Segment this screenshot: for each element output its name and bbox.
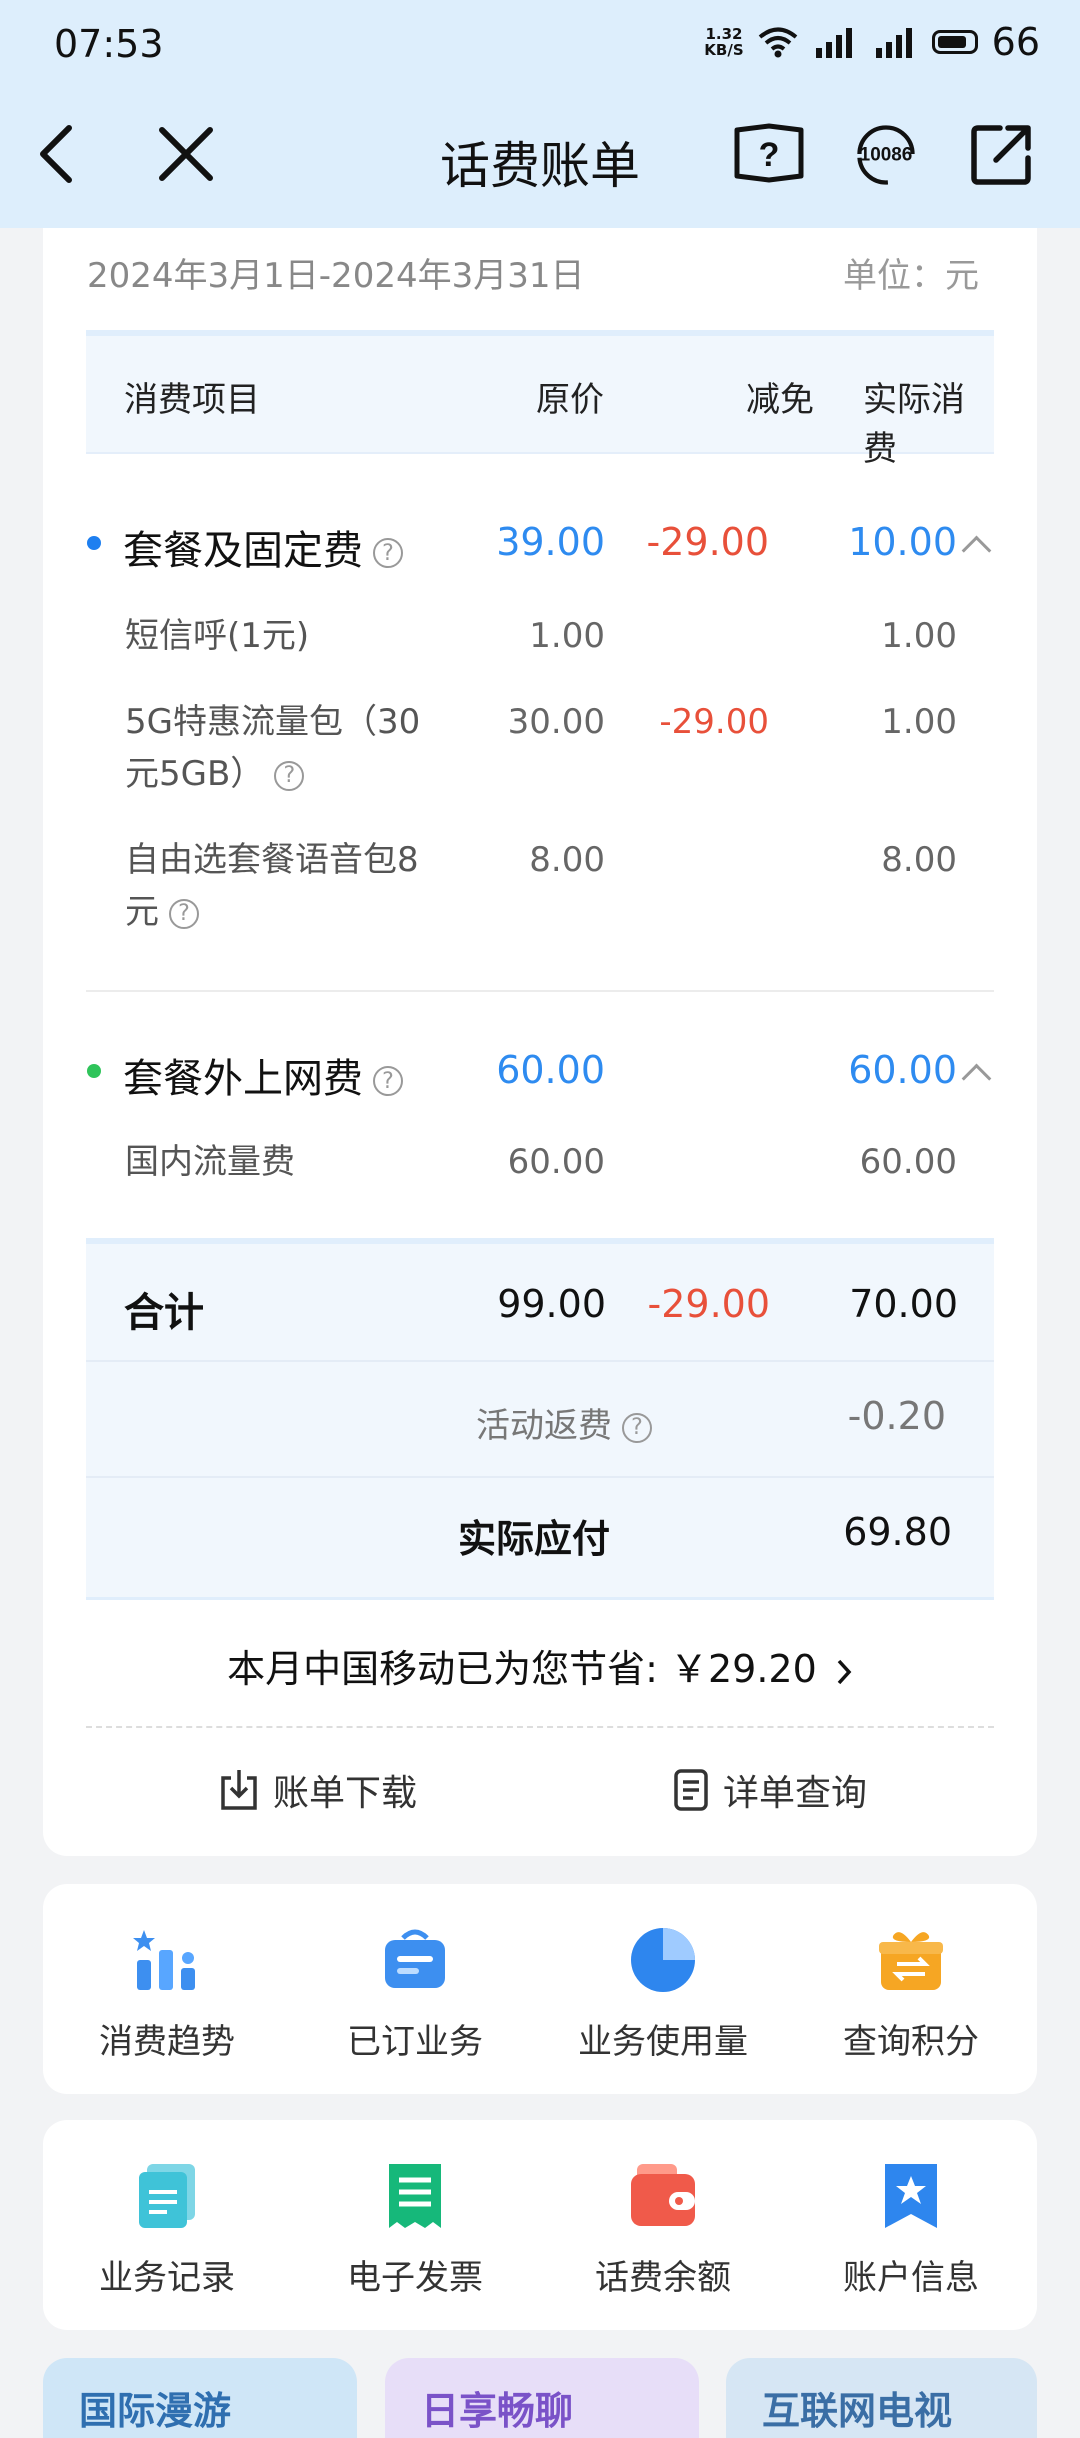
item-label: 5G特惠流量包（30元5GB）? xyxy=(125,702,421,794)
total-discount: -29.00 xyxy=(647,1282,771,1326)
collapse-chevron-icon[interactable] xyxy=(961,1063,992,1094)
section-original: 39.00 xyxy=(496,520,605,564)
e-invoice-icon xyxy=(379,2160,451,2232)
bill-period: 2024年3月1日-2024年3月31日 xyxy=(87,256,585,296)
section-dot xyxy=(87,1064,101,1078)
grid-item-label: 账户信息 xyxy=(843,2258,979,2298)
total-actual: 70.00 xyxy=(849,1282,958,1326)
section-discount: -29.00 xyxy=(646,520,770,564)
download-bill-button[interactable]: 账单下载 xyxy=(219,1764,417,1816)
status-time: 07:53 xyxy=(54,22,164,66)
grid-item-subscribed[interactable]: 已订业务 xyxy=(291,1924,539,2063)
consumption-trend-icon xyxy=(131,1924,203,1996)
quick-links-grid-2: 业务记录 电子发票 话费余额 账户信息 xyxy=(43,2120,1037,2330)
grid-item-einvoice[interactable]: 电子发票 xyxy=(291,2160,539,2299)
promo-roaming[interactable]: 国际漫游 xyxy=(43,2358,357,2438)
bill-card: 2024年3月1日-2024年3月31日 单位：元 消费项目 原价 减免 实际消… xyxy=(43,228,1037,1856)
signal-icon xyxy=(815,28,852,58)
grid-item-consumption-trend[interactable]: 消费趋势 xyxy=(43,1924,291,2063)
help-icon[interactable]: ? xyxy=(373,538,403,568)
quick-links-grid-1: 消费趋势 已订业务 业务使用量 查询积分 xyxy=(43,1884,1037,2094)
collapse-chevron-icon[interactable] xyxy=(961,535,992,566)
section-title: 套餐及固定费 xyxy=(123,528,363,574)
grid-item-records[interactable]: 业务记录 xyxy=(43,2160,291,2299)
customer-service-10086-icon[interactable]: 10086 xyxy=(850,118,922,190)
item-label: 自由选套餐语音包8元? xyxy=(125,840,419,932)
col-item: 消费项目 xyxy=(124,380,260,420)
item-actual: 8.00 xyxy=(881,840,957,880)
item-discount: -29.00 xyxy=(659,702,769,742)
usage-pie-icon xyxy=(627,1924,699,1996)
service-records-icon xyxy=(131,2160,203,2232)
help-book-icon[interactable]: ? xyxy=(733,118,805,190)
signal-icon-2 xyxy=(875,28,912,58)
grid-item-label: 已订业务 xyxy=(347,2022,483,2062)
grid-item-label: 消费趋势 xyxy=(99,2022,235,2062)
grid-item-label: 业务记录 xyxy=(99,2258,235,2298)
help-icon[interactable]: ? xyxy=(622,1412,652,1443)
unit-label: 单位：元 xyxy=(843,256,979,296)
col-original: 原价 xyxy=(536,380,604,420)
points-gift-icon xyxy=(875,1924,947,1996)
rebate-row: 活动返费? xyxy=(476,1398,652,1447)
grid-item-label: 业务使用量 xyxy=(578,2022,748,2062)
col-discount: 减免 xyxy=(746,380,814,420)
promo-tv[interactable]: 互联网电视 xyxy=(726,2358,1037,2438)
payable-value: 69.80 xyxy=(843,1510,952,1554)
grid-item-balance[interactable]: 话费余额 xyxy=(539,2160,787,2299)
detail-query-button[interactable]: 详单查询 xyxy=(673,1764,867,1816)
grid-item-label: 电子发票 xyxy=(347,2258,483,2298)
network-speed: 1.32 KB/S xyxy=(704,25,744,59)
item-original: 8.00 xyxy=(529,840,605,880)
section-title: 套餐外上网费 xyxy=(123,1056,363,1102)
rebate-value: -0.20 xyxy=(847,1394,946,1438)
payable-label: 实际应付 xyxy=(458,1517,611,1561)
grid-item-account[interactable]: 账户信息 xyxy=(787,2160,1035,2299)
battery-icon xyxy=(931,30,978,54)
col-actual: 实际消费 xyxy=(863,380,965,469)
document-list-icon xyxy=(674,1769,708,1811)
totals-box: 合计 99.00 -29.00 70.00 活动返费? -0.20 实际应付 6… xyxy=(86,1238,994,1600)
subscribed-services-icon xyxy=(379,1924,451,1996)
help-icon[interactable]: ? xyxy=(169,898,199,929)
item-actual: 1.00 xyxy=(881,702,957,742)
wifi-icon xyxy=(758,27,797,58)
svg-text:?: ? xyxy=(759,136,780,174)
section-actual: 10.00 xyxy=(848,520,957,564)
item-original: 60.00 xyxy=(507,1142,605,1182)
section-actual: 60.00 xyxy=(848,1048,957,1092)
item-actual: 60.00 xyxy=(859,1142,957,1182)
savings-link[interactable]: 本月中国移动已为您节省: ￥29.20 xyxy=(43,1638,1037,1693)
dashed-divider xyxy=(86,1726,994,1728)
top-header: 07:53 1.32 KB/S 66 话费账单 ? 10086 xyxy=(0,0,1080,228)
item-label: 国内流量费 xyxy=(125,1142,295,1182)
svg-text:10086: 10086 xyxy=(860,145,913,166)
total-original: 99.00 xyxy=(497,1282,606,1326)
grid-item-points[interactable]: 查询积分 xyxy=(787,1924,1035,2063)
battery-percent: 66 xyxy=(991,20,1040,64)
share-icon[interactable] xyxy=(966,118,1038,190)
table-header: 消费项目 原价 减免 实际消费 xyxy=(86,330,994,469)
help-icon[interactable]: ? xyxy=(373,1066,403,1096)
item-original: 30.00 xyxy=(507,702,605,742)
item-actual: 1.00 xyxy=(881,616,957,656)
section-original: 60.00 xyxy=(496,1048,605,1092)
balance-wallet-icon xyxy=(627,2160,699,2232)
grid-item-label: 查询积分 xyxy=(843,2022,979,2062)
status-icons: 1.32 KB/S 66 xyxy=(704,20,1040,64)
grid-item-label: 话费余额 xyxy=(595,2258,731,2298)
promo-chat[interactable]: 日享畅聊 xyxy=(385,2358,699,2438)
section-dot xyxy=(87,536,101,550)
download-icon xyxy=(221,1770,257,1810)
chevron-right-icon xyxy=(837,1659,852,1684)
item-label: 短信呼(1元) xyxy=(125,616,310,656)
account-info-icon xyxy=(875,2160,947,2232)
help-icon[interactable]: ? xyxy=(274,760,305,791)
item-original: 1.00 xyxy=(529,616,605,656)
grid-item-usage[interactable]: 业务使用量 xyxy=(539,1924,787,2063)
divider xyxy=(86,990,994,992)
total-label: 合计 xyxy=(124,1290,204,1336)
